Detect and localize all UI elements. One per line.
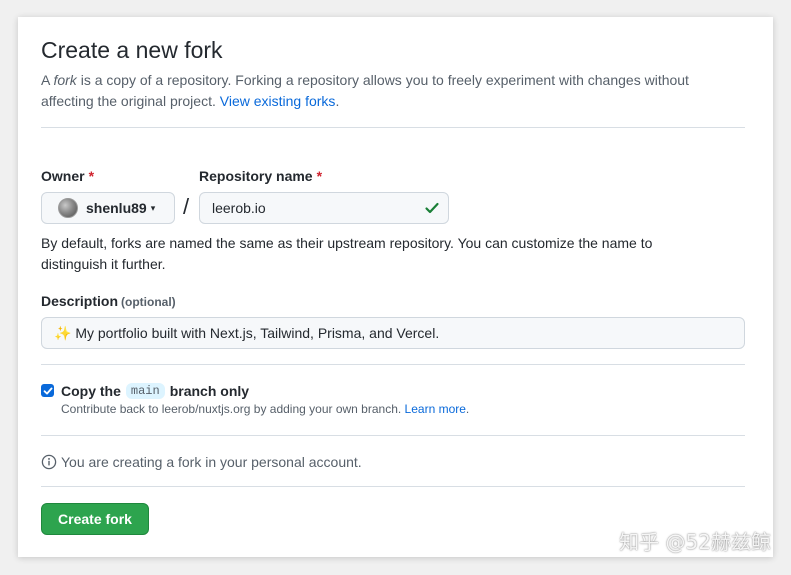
description-label: Description (optional) [41, 293, 176, 309]
page-title: Create a new fork [41, 37, 223, 63]
copy-branch-note: Contribute back to leerob/nuxtjs.org by … [61, 402, 469, 416]
repository-name-field [199, 192, 449, 224]
divider [41, 486, 745, 487]
avatar [58, 198, 78, 218]
divider [41, 435, 745, 436]
repository-name-input[interactable] [200, 193, 414, 223]
view-existing-forks-link[interactable]: View existing forks [220, 93, 336, 109]
description-label-text: Description [41, 293, 119, 309]
required-mark: * [316, 168, 323, 184]
intro-body: is a copy of a repository. Forking a rep… [41, 72, 689, 109]
owner-label-text: Owner [41, 168, 85, 184]
copy-label-prefix: Copy the [61, 383, 121, 399]
checkmark-icon [43, 387, 52, 394]
divider [41, 127, 745, 128]
repository-name-hint: By default, forks are named the same as … [41, 235, 653, 272]
owner-name: shenlu89 [86, 200, 147, 216]
copy-note-text: Contribute back to leerob/nuxtjs.org by … [61, 402, 405, 416]
copy-main-branch-label[interactable]: Copy the main branch only [61, 383, 249, 399]
repository-name-label: Repository name * [199, 168, 322, 184]
intro-prefix: A [41, 72, 54, 88]
intro-text: A fork is a copy of a repository. Forkin… [41, 70, 741, 112]
watermark: 知乎 @52赫兹鲸 [619, 530, 771, 554]
info-icon [41, 454, 57, 470]
branch-name-code: main [125, 383, 165, 399]
check-icon [425, 202, 439, 214]
copy-note-suffix: . [465, 402, 470, 416]
owner-label: Owner * [41, 168, 94, 184]
owner-repo-separator: / [183, 194, 190, 219]
personal-account-notice: You are creating a fork in your personal… [41, 454, 362, 470]
create-fork-button[interactable]: Create fork [41, 503, 149, 535]
fork-form-card: Create a new fork A fork is a copy of a … [18, 17, 773, 557]
learn-more-link[interactable]: Learn more [405, 402, 466, 416]
repository-label-text: Repository name [199, 168, 313, 184]
divider [41, 364, 745, 365]
owner-select-button[interactable]: shenlu89 ▾ [41, 192, 175, 224]
notice-text: You are creating a fork in your personal… [61, 454, 362, 470]
copy-label-suffix: branch only [169, 383, 250, 399]
description-input[interactable] [41, 317, 745, 349]
intro-suffix: . [335, 93, 340, 109]
intro-emphasis: fork [53, 72, 77, 88]
caret-down-icon: ▾ [150, 202, 156, 213]
optional-tag: (optional) [121, 295, 176, 309]
required-mark: * [88, 168, 95, 184]
copy-main-branch-checkbox[interactable] [41, 384, 54, 397]
